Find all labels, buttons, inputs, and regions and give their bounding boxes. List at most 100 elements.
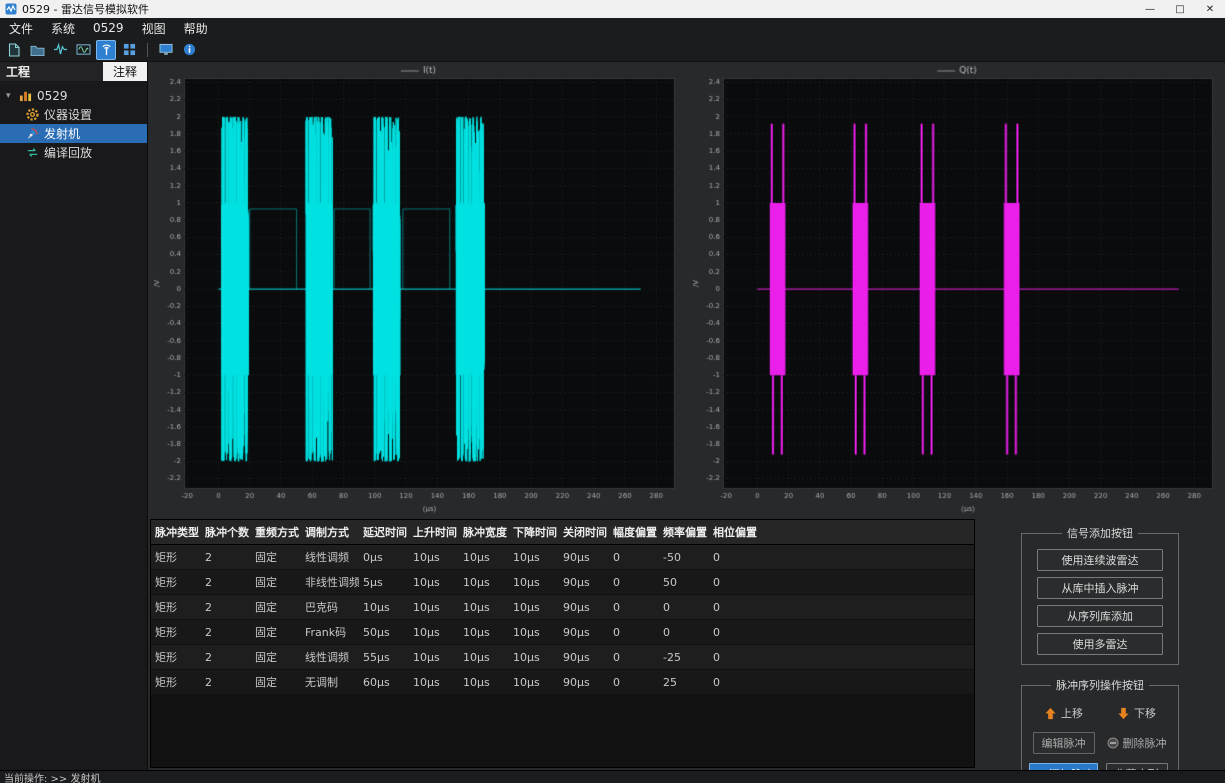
- toolbar-button-waveform[interactable]: [50, 40, 70, 60]
- table-cell: 矩形: [151, 670, 201, 695]
- use-cw-radar-button[interactable]: 使用连续波雷达: [1037, 549, 1163, 571]
- table-row-6[interactable]: 矩形2固定无调制60μs10μs10μs10μs90μs0250: [151, 670, 974, 695]
- table-cell: 5μs: [359, 570, 409, 595]
- toolbar-button-open-folder[interactable]: [27, 40, 47, 60]
- table-cell: 10μs: [509, 670, 559, 695]
- tree-item-compile-playback[interactable]: 编译回放: [0, 143, 147, 162]
- table-cell: 固定: [251, 620, 301, 645]
- status-bar: 当前操作: >> 发射机: [0, 770, 1225, 783]
- table-cell: 60μs: [359, 670, 409, 695]
- table-cell: 0: [709, 595, 759, 620]
- delete-pulse-button[interactable]: 删除脉冲: [1103, 733, 1171, 753]
- column-header[interactable]: 频率偏置: [659, 520, 709, 545]
- tree-expander-icon[interactable]: ▾: [6, 91, 14, 101]
- table-cell: 10μs: [459, 595, 509, 620]
- table-cell: 0: [659, 620, 709, 645]
- table-cell: 25: [659, 670, 709, 695]
- toolbar-button-monitor[interactable]: [156, 40, 176, 60]
- table-cell: 矩形: [151, 620, 201, 645]
- menu-item-2[interactable]: 系统: [42, 18, 84, 38]
- table-row-5[interactable]: 矩形2固定线性调频55μs10μs10μs10μs90μs0-250: [151, 645, 974, 670]
- table-cell: 0: [709, 670, 759, 695]
- table-cell: 90μs: [559, 645, 609, 670]
- column-header[interactable]: 相位偏置: [709, 520, 759, 545]
- table-cell: 2: [201, 670, 251, 695]
- toolbar-button-layout-grid[interactable]: [119, 40, 139, 60]
- table-row-2[interactable]: 矩形2固定非线性调频5μs10μs10μs10μs90μs0500: [151, 570, 974, 595]
- table-cell: 10μs: [509, 595, 559, 620]
- menu-item-5[interactable]: 帮助: [175, 18, 217, 38]
- table-cell-filler: [759, 620, 974, 645]
- move-down-button[interactable]: 下移: [1106, 703, 1168, 723]
- toolbar-button-oscilloscope[interactable]: [73, 40, 93, 60]
- column-header[interactable]: 调制方式: [301, 520, 359, 545]
- table-row-1[interactable]: 矩形2固定线性调频0μs10μs10μs10μs90μs0-500: [151, 545, 974, 570]
- column-header[interactable]: 脉冲个数: [201, 520, 251, 545]
- tree-item-label: 仪器设置: [44, 106, 92, 123]
- status-text: 当前操作: >> 发射机: [4, 770, 100, 783]
- table-cell: 2: [201, 620, 251, 645]
- table-cell: 0: [609, 670, 659, 695]
- move-up-label: 上移: [1061, 705, 1083, 721]
- oscilloscope-icon: [76, 43, 91, 56]
- table-cell: 0: [609, 620, 659, 645]
- table-row-4[interactable]: 矩形2固定Frank码50μs10μs10μs10μs90μs000: [151, 620, 974, 645]
- waveform-icon: [53, 43, 68, 56]
- app-window: 0529 - 雷达信号模拟软件 — □ ✕ 文件系统0529视图帮助 工程 注释…: [0, 0, 1225, 783]
- table-cell: 0μs: [359, 545, 409, 570]
- column-header[interactable]: 幅度偏置: [609, 520, 659, 545]
- column-header[interactable]: 关闭时间: [559, 520, 609, 545]
- column-header[interactable]: 脉冲宽度: [459, 520, 509, 545]
- edit-pulse-button[interactable]: 编辑脉冲: [1033, 732, 1095, 754]
- table-cell: 矩形: [151, 645, 201, 670]
- table-cell: 50: [659, 570, 709, 595]
- pulse-ops-group: 脉冲序列操作按钮 上移 下移 编辑脉冲: [1021, 677, 1179, 783]
- edit-pulse-label: 编辑脉冲: [1042, 735, 1086, 751]
- close-button[interactable]: ✕: [1195, 0, 1225, 18]
- menu-item-4[interactable]: 视图: [133, 18, 175, 38]
- column-header[interactable]: 上升时间: [409, 520, 459, 545]
- column-header-filler: [759, 520, 974, 545]
- tree-item-transmitter[interactable]: 发射机: [0, 124, 147, 143]
- tab-comment[interactable]: 注释: [103, 62, 147, 81]
- table-cell: 0: [609, 570, 659, 595]
- use-multi-radar-button[interactable]: 使用多雷达: [1037, 633, 1163, 655]
- table-cell: 0: [709, 620, 759, 645]
- tree-root-project[interactable]: ▾0529: [0, 86, 147, 105]
- delete-circle-icon: [1107, 737, 1119, 749]
- tree-item-instrument-settings[interactable]: 仪器设置: [0, 105, 147, 124]
- table-cell: 2: [201, 645, 251, 670]
- add-from-sequence-library-button[interactable]: 从序列库添加: [1037, 605, 1163, 627]
- column-header[interactable]: 延迟时间: [359, 520, 409, 545]
- toolbar-button-transmitter-tool[interactable]: [96, 40, 116, 60]
- table-cell: 90μs: [559, 595, 609, 620]
- table-cell: 10μs: [459, 620, 509, 645]
- maximize-button[interactable]: □: [1165, 0, 1195, 18]
- column-header[interactable]: 重频方式: [251, 520, 301, 545]
- table-cell: 10μs: [459, 545, 509, 570]
- table-cell: 无调制: [301, 670, 359, 695]
- menu-item-1[interactable]: 文件: [0, 18, 42, 38]
- q-chart-panel: [687, 62, 1225, 517]
- toolbar-button-new-file[interactable]: [4, 40, 24, 60]
- insert-pulse-from-library-button[interactable]: 从库中插入脉冲: [1037, 577, 1163, 599]
- table-cell-filler: [759, 670, 974, 695]
- toolbar-button-info[interactable]: [179, 40, 199, 60]
- table-cell: 10μs: [359, 595, 409, 620]
- menubar: 文件系统0529视图帮助: [0, 18, 1225, 38]
- table-row-3[interactable]: 矩形2固定巴克码10μs10μs10μs10μs90μs000: [151, 595, 974, 620]
- transmitter-icon: [26, 127, 39, 140]
- move-up-button[interactable]: 上移: [1033, 703, 1095, 723]
- charts-row: [148, 62, 1225, 517]
- tree-item-label: 编译回放: [44, 144, 92, 161]
- minimize-button[interactable]: —: [1135, 0, 1165, 18]
- table-cell: 2: [201, 595, 251, 620]
- table-cell-filler: [759, 645, 974, 670]
- delete-pulse-label: 删除脉冲: [1123, 735, 1167, 751]
- table-cell: 10μs: [409, 570, 459, 595]
- table-cell: 10μs: [409, 670, 459, 695]
- column-header[interactable]: 脉冲类型: [151, 520, 201, 545]
- pulse-ops-group-title: 脉冲序列操作按钮: [1051, 677, 1149, 693]
- column-header[interactable]: 下降时间: [509, 520, 559, 545]
- menu-item-3[interactable]: 0529: [84, 18, 133, 38]
